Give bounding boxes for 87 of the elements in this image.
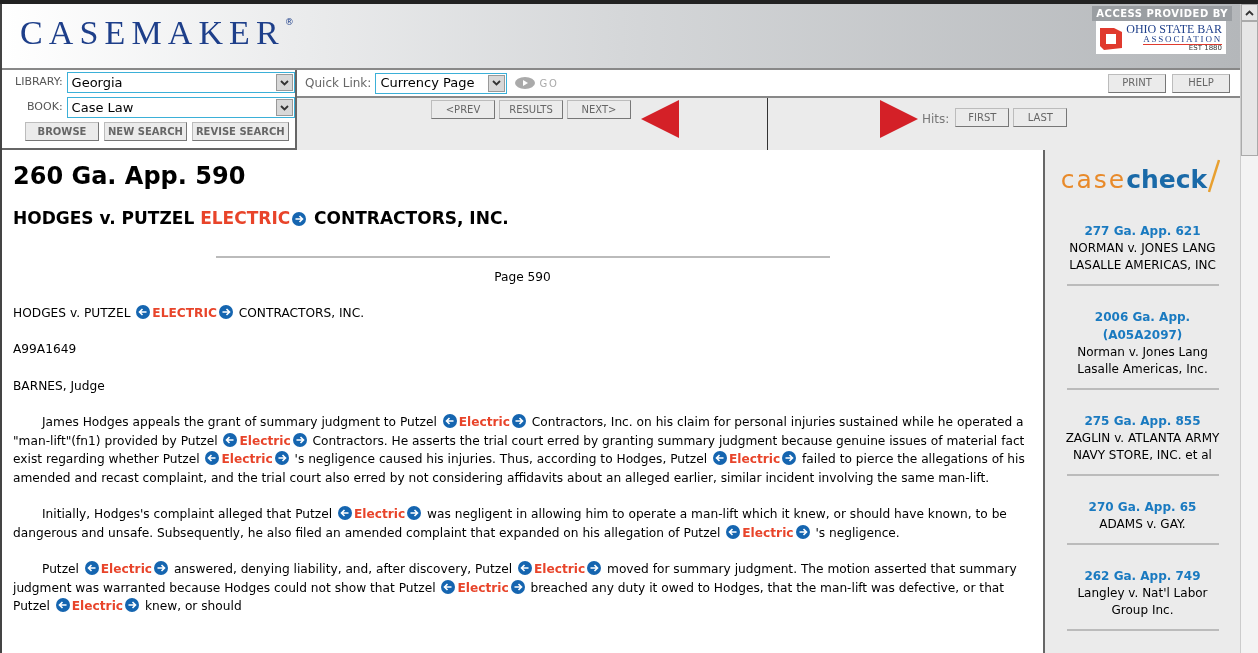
case-name: ADAMS v. GAY. xyxy=(1098,516,1187,533)
go-button[interactable]: GO xyxy=(515,75,559,91)
nav-button[interactable]: NEXT> xyxy=(567,100,631,119)
paragraph: BARNES, Judge xyxy=(13,377,106,395)
library-label: LIBRARY: xyxy=(14,74,63,91)
nav-button[interactable]: RESULTS xyxy=(499,100,563,119)
casecheck-logo-check: check xyxy=(1126,163,1208,196)
toolbar-button[interactable]: HELP xyxy=(1172,73,1230,93)
scrollbar[interactable] xyxy=(1240,4,1258,653)
arrow-right-icon[interactable] xyxy=(218,304,233,319)
nav-button[interactable]: <PREV xyxy=(431,100,495,119)
case-name: Norman v. Jones Lang Lasalle Americas, Inc. xyxy=(1076,344,1209,378)
search-hit-link[interactable]: Electric xyxy=(239,433,291,448)
arrow-right-icon[interactable] xyxy=(510,579,525,594)
quick-link-select[interactable]: Currency Page xyxy=(375,72,508,94)
panel-button[interactable]: REVISE SEARCH xyxy=(191,122,289,141)
arrow-right-icon[interactable] xyxy=(292,212,307,226)
arrow-left-icon[interactable] xyxy=(441,579,456,594)
panel-button[interactable]: BROWSE xyxy=(25,122,99,141)
book-label: BOOK: xyxy=(26,99,63,116)
arrow-left-icon[interactable] xyxy=(712,451,727,466)
arrow-right-icon[interactable] xyxy=(407,506,422,521)
toolbar-button[interactable]: PRINT xyxy=(1108,73,1166,93)
citation-heading: 260 Ga. App. 590 xyxy=(13,161,247,192)
casecheck-logo-case: case xyxy=(1060,163,1127,196)
pointer-right-icon xyxy=(880,100,918,138)
arrow-left-icon[interactable] xyxy=(55,598,70,613)
search-hit-link[interactable]: Electric xyxy=(742,525,794,540)
arrow-left-icon[interactable] xyxy=(205,451,220,466)
arrow-right-icon[interactable] xyxy=(782,451,797,466)
quick-link-label: Quick Link: xyxy=(305,75,372,92)
hits-button[interactable]: FIRST xyxy=(955,108,1010,127)
partner-name: OHIO STATE BAR xyxy=(1126,23,1222,35)
arrow-left-icon[interactable] xyxy=(726,524,741,539)
case-citation-link[interactable]: 270 Ga. App. 65 xyxy=(1067,498,1218,516)
case-title: HODGES v. PUTZEL ELECTRIC CONTRACTORS, INC. xyxy=(13,207,510,230)
arrow-left-icon[interactable] xyxy=(84,561,99,576)
arrow-right-icon[interactable] xyxy=(274,451,289,466)
paragraph: A99A1649 xyxy=(13,341,78,359)
paragraph: Putzel Electric answered, denying liability, and, after discovery, Putzel Electric moved for summary judgment. The motion asserted that summary judgment was warranted because Hodges could not show that Putzel Electric breached any duty it owed to Hodges, that the man-lift was defective, or that Putzel Electric knew, or should xyxy=(13,560,1018,616)
column-icon xyxy=(1100,25,1123,50)
paragraph: HODGES v. PUTZEL ELECTRIC CONTRACTORS, INC. xyxy=(13,303,366,322)
arrow-right-icon[interactable] xyxy=(125,598,140,613)
panel-button[interactable]: NEW SEARCH xyxy=(104,122,187,141)
search-hit-link[interactable]: Electric xyxy=(354,507,406,522)
search-hit-link[interactable]: Electric xyxy=(100,562,153,577)
case-citation-link[interactable]: 275 Ga. App. 855 xyxy=(1067,412,1218,430)
search-hit-link[interactable]: Electric xyxy=(728,452,781,467)
page-label: Page 590 xyxy=(493,268,552,286)
case-name: NORMAN v. JONES LANG LASALLE AMERICAS, INC xyxy=(1068,240,1217,274)
arrow-left-icon[interactable] xyxy=(223,432,238,447)
arrow-right-icon[interactable] xyxy=(511,414,526,429)
case-name: ZAGLIN v. ATLANTA ARMY NAVY STORE, INC. et al xyxy=(1064,430,1221,464)
search-hit-link[interactable]: Electric xyxy=(71,599,124,614)
casemaker-logo: CASEMAKER xyxy=(20,16,285,50)
book-select[interactable]: Case Law xyxy=(66,97,295,118)
case-name: Langley v. Nat'l Labor Group Inc. xyxy=(1076,585,1209,619)
arrow-right-icon[interactable] xyxy=(795,524,810,539)
arrow-right-icon[interactable] xyxy=(587,561,602,576)
search-hit-link[interactable]: Electric xyxy=(457,580,509,595)
arrow-left-icon[interactable] xyxy=(442,414,457,429)
arrow-left-icon[interactable] xyxy=(338,506,352,521)
search-hit-link[interactable]: ELECTRIC xyxy=(152,305,217,320)
pointer-left-icon xyxy=(641,100,679,138)
search-hit-link[interactable]: Electric xyxy=(221,452,273,467)
play-icon xyxy=(515,77,536,89)
partner-subtitle: ASSOCIATION xyxy=(1143,35,1222,45)
search-hit-link[interactable]: ELECTRIC xyxy=(200,208,291,228)
hits-label: Hits: xyxy=(922,111,950,128)
arrow-left-icon[interactable] xyxy=(517,561,532,576)
hits-button[interactable]: LAST xyxy=(1013,108,1068,127)
search-hit-link[interactable]: Electric xyxy=(458,415,510,430)
caret-up-icon xyxy=(1245,9,1254,16)
case-citation-link[interactable]: 262 Ga. App. 749 xyxy=(1067,567,1218,585)
scroll-up-button[interactable] xyxy=(1241,4,1258,21)
search-hit-link[interactable]: Electric xyxy=(533,562,586,577)
paragraph: Initially, Hodges's complaint alleged that Putzel Electric was negligent in allowing him to operate a man-lift which it knew, or should have known, to be dangerous and unsafe. Subsequently, he also filed an amended complaint that expanded on his allegation of Putzel Electric 's negligence. xyxy=(13,505,1008,542)
scroll-thumb[interactable] xyxy=(1241,21,1258,156)
case-citation-link[interactable]: 2006 Ga. App. (A05A2097) xyxy=(1067,308,1218,344)
access-label: ACCESS PROVIDED BY xyxy=(1092,6,1232,21)
arrow-right-icon[interactable] xyxy=(154,561,169,576)
paragraph: James Hodges appeals the grant of summary judgment to Putzel Electric Contractors, Inc. on his claim for personal injuries sustained while he operated a "man-lift"(fn1) provided by Putzel Electric Contractors. He asserts the trial court erred by granting summary judgment because genuine issues of material fact exist regarding whether Putzel Electric 's negligence caused his injuries. Thus, according to Hodges, Putzel Electric failed to pierce the allegations of his amended and recast complaint, and the trial court also erred by not considering affidavits about an alleged earlier, similar incident involving the same man-lift. xyxy=(13,413,1026,487)
arrow-left-icon[interactable] xyxy=(136,304,151,319)
arrow-right-icon[interactable] xyxy=(292,432,307,447)
library-select[interactable]: Georgia xyxy=(66,72,295,93)
case-citation-link[interactable]: 277 Ga. App. 621 xyxy=(1067,222,1218,240)
registered-mark: ® xyxy=(284,16,294,29)
